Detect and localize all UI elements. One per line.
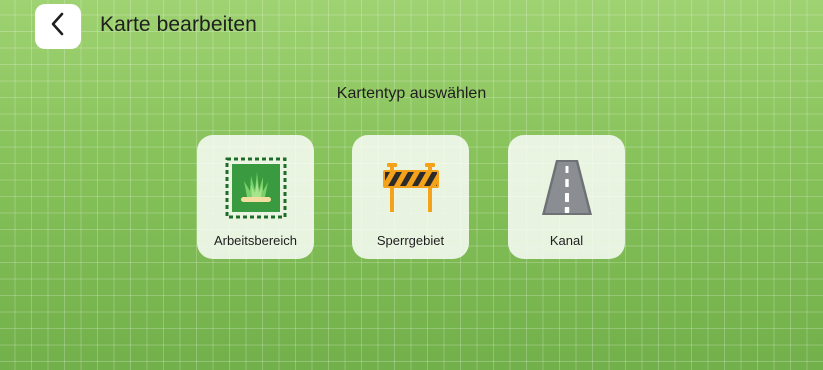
chevron-left-icon [49,11,67,42]
back-button[interactable] [35,4,81,49]
section-subtitle: Kartentyp auswählen [336,85,487,102]
card-arbeitsbereich[interactable]: Arbeitsbereich [197,135,314,259]
page-title: Karte bearbeiten [100,13,257,36]
card-label: Sperrgebiet [376,233,445,248]
card-kanal[interactable]: Kanal [508,135,625,259]
card-label: Arbeitsbereich [213,233,298,248]
road-icon [508,157,625,219]
grass-area-icon [197,157,314,219]
road-barrier-icon [352,157,469,219]
card-label: Kanal [549,233,584,248]
card-sperrgebiet[interactable]: Sperrgebiet [352,135,469,259]
